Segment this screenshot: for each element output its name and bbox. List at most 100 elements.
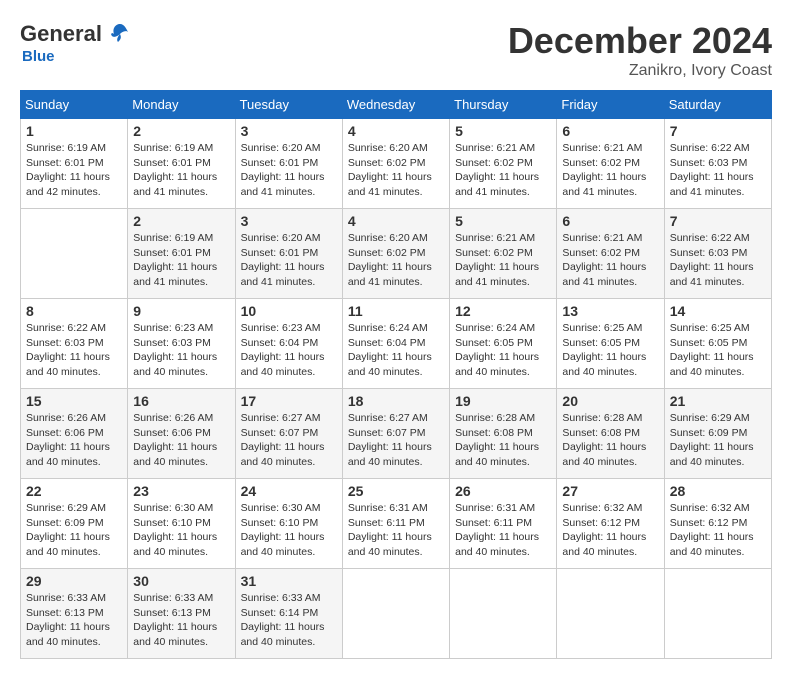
table-row: 10Sunrise: 6:23 AM Sunset: 6:04 PM Dayli… — [235, 299, 342, 389]
day-info: Sunrise: 6:19 AM Sunset: 6:01 PM Dayligh… — [26, 141, 122, 200]
col-thursday: Thursday — [450, 91, 557, 119]
table-row: 19Sunrise: 6:28 AM Sunset: 6:08 PM Dayli… — [450, 389, 557, 479]
table-row: 1 Sunrise: 6:19 AM Sunset: 6:01 PM Daylig… — [21, 119, 128, 209]
table-row: 6Sunrise: 6:21 AM Sunset: 6:02 PM Daylig… — [557, 119, 664, 209]
day-number: 7 — [670, 123, 766, 139]
day-number: 27 — [562, 483, 658, 499]
day-number: 23 — [133, 483, 229, 499]
logo-blue-text: Blue — [22, 48, 55, 65]
day-number: 7 — [670, 213, 766, 229]
day-info: Sunrise: 6:26 AM Sunset: 6:06 PM Dayligh… — [133, 411, 229, 470]
table-row: 14 Sunrise: 6:25 AM Sunset: 6:05 PM Dayli… — [664, 299, 771, 389]
calendar-week-row: 29Sunrise: 6:33 AM Sunset: 6:13 PM Dayli… — [21, 569, 772, 659]
day-number: 4 — [348, 123, 444, 139]
day-info: Sunrise: 6:23 AM Sunset: 6:04 PM Dayligh… — [241, 321, 337, 380]
table-row: 30 Sunrise: 6:33 AM Sunset: 6:13 PM Dayli… — [128, 569, 235, 659]
day-info: Sunrise: 6:29 AM Sunset: 6:09 PM Dayligh… — [670, 411, 766, 470]
table-row: 4 Sunrise: 6:20 AM Sunset: 6:02 PM Daylig… — [342, 209, 449, 299]
table-row: 27 Sunrise: 6:32 AM Sunset: 6:12 PM Dayli… — [557, 479, 664, 569]
day-number: 16 — [133, 393, 229, 409]
day-info: Sunrise: 6:31 AM Sunset: 6:11 PM Dayligh… — [348, 501, 444, 560]
table-row: 11 Sunrise: 6:24 AM Sunset: 6:04 PM Dayli… — [342, 299, 449, 389]
table-row: 26Sunrise: 6:31 AM Sunset: 6:11 PM Dayli… — [450, 479, 557, 569]
day-number: 17 — [241, 393, 337, 409]
location: Zanikro, Ivory Coast — [508, 62, 772, 80]
day-number: 28 — [670, 483, 766, 499]
table-row: 13 Sunrise: 6:25 AM Sunset: 6:05 PM Dayli… — [557, 299, 664, 389]
table-row: 8Sunrise: 6:22 AM Sunset: 6:03 PM Daylig… — [21, 299, 128, 389]
day-number: 13 — [562, 303, 658, 319]
day-info: Sunrise: 6:27 AM Sunset: 6:07 PM Dayligh… — [348, 411, 444, 470]
day-info: Sunrise: 6:32 AM Sunset: 6:12 PM Dayligh… — [562, 501, 658, 560]
day-number: 12 — [455, 303, 551, 319]
title-section: December 2024 Zanikro, Ivory Coast — [508, 20, 772, 80]
day-number: 18 — [348, 393, 444, 409]
table-row: 20Sunrise: 6:28 AM Sunset: 6:08 PM Dayli… — [557, 389, 664, 479]
day-number: 1 — [26, 123, 122, 139]
table-row: 4 Sunrise: 6:20 AM Sunset: 6:02 PM Daylig… — [342, 119, 449, 209]
col-tuesday: Tuesday — [235, 91, 342, 119]
table-row: 16 Sunrise: 6:26 AM Sunset: 6:06 PM Dayli… — [128, 389, 235, 479]
day-info: Sunrise: 6:24 AM Sunset: 6:05 PM Dayligh… — [455, 321, 551, 380]
table-row: 31 Sunrise: 6:33 AM Sunset: 6:14 PM Dayli… — [235, 569, 342, 659]
day-number: 2 — [133, 213, 229, 229]
day-number: 8 — [26, 303, 122, 319]
table-row: 2 Sunrise: 6:19 AM Sunset: 6:01 PM Daylig… — [128, 119, 235, 209]
table-row: 3Sunrise: 6:20 AM Sunset: 6:01 PM Daylig… — [235, 209, 342, 299]
table-row: 5Sunrise: 6:21 AM Sunset: 6:02 PM Daylig… — [450, 119, 557, 209]
day-info: Sunrise: 6:21 AM Sunset: 6:02 PM Dayligh… — [562, 231, 658, 290]
day-info: Sunrise: 6:25 AM Sunset: 6:05 PM Dayligh… — [562, 321, 658, 380]
day-number: 22 — [26, 483, 122, 499]
calendar-week-row: 15 Sunrise: 6:26 AM Sunset: 6:06 PM Dayli… — [21, 389, 772, 479]
day-number: 5 — [455, 213, 551, 229]
col-wednesday: Wednesday — [342, 91, 449, 119]
day-number: 2 — [133, 123, 229, 139]
day-info: Sunrise: 6:24 AM Sunset: 6:04 PM Dayligh… — [348, 321, 444, 380]
day-info: Sunrise: 6:33 AM Sunset: 6:13 PM Dayligh… — [133, 591, 229, 650]
table-row: 23 Sunrise: 6:30 AM Sunset: 6:10 PM Dayli… — [128, 479, 235, 569]
day-number: 25 — [348, 483, 444, 499]
day-info: Sunrise: 6:21 AM Sunset: 6:02 PM Dayligh… — [455, 231, 551, 290]
col-sunday: Sunday — [21, 91, 128, 119]
day-info: Sunrise: 6:25 AM Sunset: 6:05 PM Dayligh… — [670, 321, 766, 380]
day-info: Sunrise: 6:20 AM Sunset: 6:01 PM Dayligh… — [241, 141, 337, 200]
calendar-week-row: 1 Sunrise: 6:19 AM Sunset: 6:01 PM Daylig… — [21, 119, 772, 209]
table-row: 6 Sunrise: 6:21 AM Sunset: 6:02 PM Daylig… — [557, 209, 664, 299]
calendar-week-row: 22Sunrise: 6:29 AM Sunset: 6:09 PM Dayli… — [21, 479, 772, 569]
table-row: 9Sunrise: 6:23 AM Sunset: 6:03 PM Daylig… — [128, 299, 235, 389]
day-number: 15 — [26, 393, 122, 409]
day-number: 11 — [348, 303, 444, 319]
table-row — [664, 569, 771, 659]
day-info: Sunrise: 6:19 AM Sunset: 6:01 PM Dayligh… — [133, 141, 229, 200]
day-number: 31 — [241, 573, 337, 589]
day-number: 24 — [241, 483, 337, 499]
day-info: Sunrise: 6:33 AM Sunset: 6:14 PM Dayligh… — [241, 591, 337, 650]
day-number: 19 — [455, 393, 551, 409]
day-number: 9 — [133, 303, 229, 319]
table-row: 18 Sunrise: 6:27 AM Sunset: 6:07 PM Dayli… — [342, 389, 449, 479]
day-number: 30 — [133, 573, 229, 589]
day-info: Sunrise: 6:19 AM Sunset: 6:01 PM Dayligh… — [133, 231, 229, 290]
day-number: 5 — [455, 123, 551, 139]
calendar-week-row: 2 Sunrise: 6:19 AM Sunset: 6:01 PM Daylig… — [21, 209, 772, 299]
day-number: 14 — [670, 303, 766, 319]
table-row: 3 Sunrise: 6:20 AM Sunset: 6:01 PM Daylig… — [235, 119, 342, 209]
day-info: Sunrise: 6:33 AM Sunset: 6:13 PM Dayligh… — [26, 591, 122, 650]
table-row — [557, 569, 664, 659]
day-info: Sunrise: 6:22 AM Sunset: 6:03 PM Dayligh… — [670, 231, 766, 290]
day-number: 6 — [562, 213, 658, 229]
calendar-table: Sunday Monday Tuesday Wednesday Thursday… — [20, 90, 772, 659]
day-info: Sunrise: 6:21 AM Sunset: 6:02 PM Dayligh… — [562, 141, 658, 200]
table-row: 15Sunrise: 6:26 AM Sunset: 6:06 PM Dayli… — [21, 389, 128, 479]
table-row: 22Sunrise: 6:29 AM Sunset: 6:09 PM Dayli… — [21, 479, 128, 569]
day-number: 3 — [241, 123, 337, 139]
day-number: 4 — [348, 213, 444, 229]
day-number: 20 — [562, 393, 658, 409]
table-row — [21, 209, 128, 299]
day-info: Sunrise: 6:20 AM Sunset: 6:02 PM Dayligh… — [348, 141, 444, 200]
day-info: Sunrise: 6:22 AM Sunset: 6:03 PM Dayligh… — [670, 141, 766, 200]
table-row: 7 Sunrise: 6:22 AM Sunset: 6:03 PM Daylig… — [664, 209, 771, 299]
day-number: 26 — [455, 483, 551, 499]
day-info: Sunrise: 6:20 AM Sunset: 6:02 PM Dayligh… — [348, 231, 444, 290]
day-info: Sunrise: 6:30 AM Sunset: 6:10 PM Dayligh… — [133, 501, 229, 560]
